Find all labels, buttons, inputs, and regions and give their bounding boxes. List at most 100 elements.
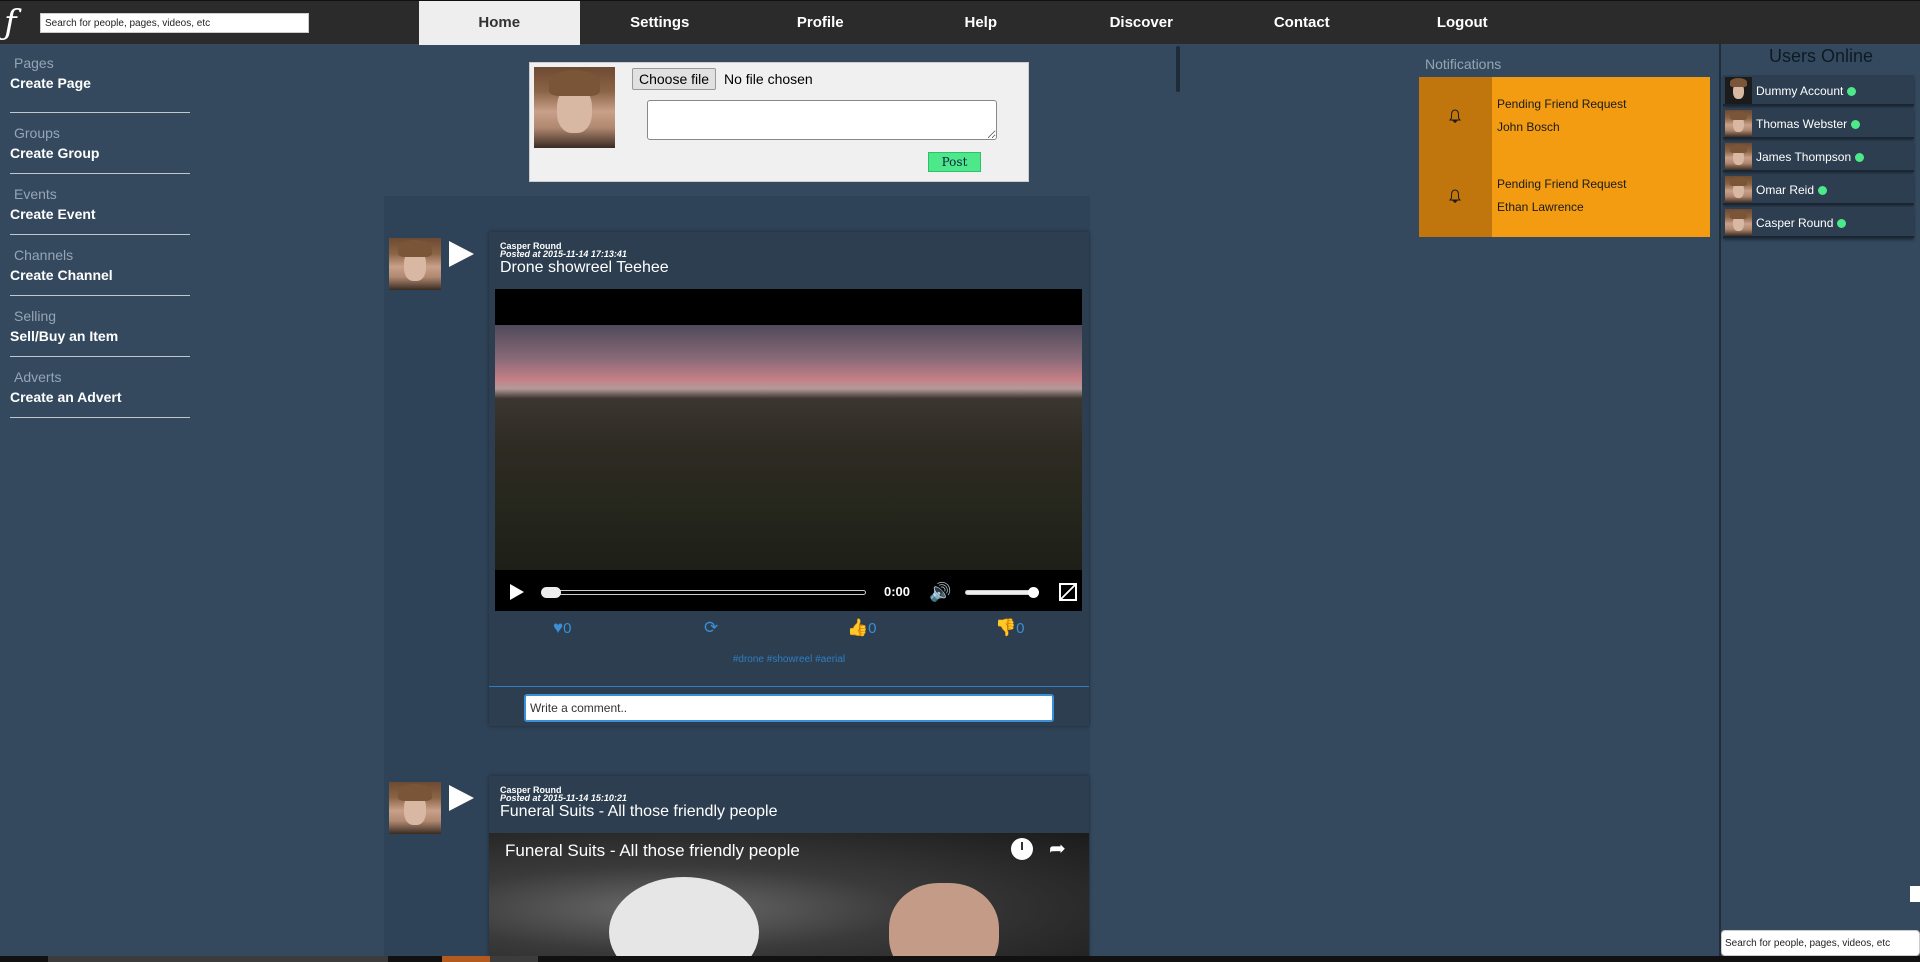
- user-name-cell: Thomas Webster: [1756, 117, 1861, 131]
- user-name: Casper Round: [1756, 216, 1834, 230]
- post-title: Drone showreel Teehee: [500, 259, 669, 276]
- watch-later-icon[interactable]: [1011, 838, 1033, 860]
- post-composer: Choose file No file chosen Post: [529, 62, 1029, 182]
- volume-icon[interactable]: 🔊: [929, 582, 951, 603]
- post-timestamp: Posted at 2015-11-14 17:13:41: [500, 249, 627, 259]
- create-advert-link[interactable]: Create an Advert: [10, 389, 190, 405]
- post-card: Casper Round Posted at 2015-11-14 15:10:…: [489, 776, 1089, 962]
- online-user[interactable]: Dummy Account: [1723, 75, 1914, 106]
- notification-name[interactable]: Ethan Lawrence: [1497, 200, 1584, 214]
- sidebar-category: Adverts: [14, 369, 62, 385]
- thumbs-down-icon: 👎: [995, 618, 1017, 637]
- like-button[interactable]: ♥0: [553, 618, 571, 638]
- notifications-heading: Notifications: [1425, 56, 1502, 72]
- online-status-dot: [1837, 219, 1847, 229]
- left-sidebar: Pages Create Page Groups Create Group Ev…: [10, 52, 190, 418]
- sidebar-category: Pages: [14, 55, 54, 71]
- sidebar-search-input[interactable]: [1721, 930, 1920, 956]
- notification-name[interactable]: John Bosch: [1497, 120, 1560, 134]
- bell-icon: [1449, 189, 1461, 203]
- user-avatar: [1725, 176, 1752, 203]
- user-name-cell: Omar Reid: [1756, 183, 1828, 197]
- composer-avatar: [534, 67, 615, 148]
- online-user[interactable]: James Thompson: [1723, 141, 1914, 172]
- volume-handle[interactable]: [1028, 587, 1039, 598]
- post-tags[interactable]: #drone #showreel #aerial: [489, 654, 1089, 665]
- fullscreen-icon[interactable]: [1059, 583, 1077, 601]
- nav-contact[interactable]: Contact: [1222, 1, 1383, 45]
- video-thumbnail-figure: [889, 883, 999, 959]
- online-user[interactable]: Casper Round: [1723, 207, 1914, 238]
- video-controls: 0:00 🔊: [495, 579, 1082, 605]
- share-icon[interactable]: ➦: [1049, 836, 1066, 861]
- video-frame: [495, 325, 1082, 570]
- post-card: Casper Round Posted at 2015-11-14 17:13:…: [489, 232, 1089, 726]
- post-author-avatar[interactable]: [389, 782, 441, 834]
- sell-buy-item-link[interactable]: Sell/Buy an Item: [10, 328, 190, 344]
- video-progress-bar[interactable]: [542, 590, 866, 595]
- user-name: James Thompson: [1756, 150, 1852, 164]
- user-name-cell: Casper Round: [1756, 216, 1847, 230]
- scroll-indicator[interactable]: [1176, 46, 1180, 92]
- sidebar-group-channels: Channels Create Channel: [10, 235, 190, 296]
- users-online-panel: Users Online Dummy Account Thomas Webste…: [1719, 44, 1920, 962]
- video-progress-handle[interactable]: [541, 587, 561, 598]
- online-status-dot: [1851, 120, 1861, 130]
- taskbar-segment: [490, 956, 538, 962]
- embed-title[interactable]: Funeral Suits - All those friendly peopl…: [505, 841, 800, 861]
- user-name-cell: James Thompson: [1756, 150, 1865, 164]
- top-search-input[interactable]: [40, 13, 309, 33]
- create-channel-link[interactable]: Create Channel: [10, 267, 190, 283]
- notification-item[interactable]: Pending Friend Request Ethan Lawrence: [1419, 157, 1710, 237]
- top-navigation-bar: ƒ Home Settings Profile Help Discover Co…: [0, 0, 1920, 45]
- site-logo[interactable]: ƒ: [4, 3, 38, 43]
- post-author-avatar[interactable]: [389, 238, 441, 290]
- play-icon[interactable]: [510, 584, 524, 600]
- user-avatar: [1725, 143, 1752, 170]
- video-thumbnail-figure: [609, 877, 759, 959]
- volume-slider[interactable]: [965, 590, 1035, 595]
- play-icon[interactable]: [449, 241, 474, 267]
- sidebar-category: Selling: [14, 308, 57, 324]
- nav-logout[interactable]: Logout: [1382, 1, 1543, 45]
- sidebar-group-events: Events Create Event: [10, 174, 190, 235]
- post-timestamp: Posted at 2015-11-14 15:10:21: [500, 793, 627, 803]
- sidebar-category: Events: [14, 186, 57, 202]
- create-page-link[interactable]: Create Page: [10, 75, 190, 91]
- notification-item[interactable]: Pending Friend Request John Bosch: [1419, 77, 1710, 157]
- sidebar-group-selling: Selling Sell/Buy an Item: [10, 296, 190, 357]
- nav-help[interactable]: Help: [901, 1, 1062, 45]
- video-player[interactable]: 0:00 🔊: [495, 289, 1082, 611]
- heart-icon: ♥: [553, 618, 564, 637]
- online-status-dot: [1847, 87, 1857, 97]
- user-name: Dummy Account: [1756, 84, 1844, 98]
- online-user[interactable]: Thomas Webster: [1723, 108, 1914, 139]
- comment-input[interactable]: [524, 694, 1054, 722]
- post-actions: ♥0 ⟳ 👍0 👎0: [489, 618, 1089, 648]
- user-name-cell: Dummy Account: [1756, 84, 1857, 98]
- online-status-dot: [1855, 153, 1865, 163]
- play-icon[interactable]: [449, 785, 474, 811]
- nav-settings[interactable]: Settings: [580, 1, 741, 45]
- thumbs-down-count: 0: [1016, 620, 1025, 637]
- post-text-input[interactable]: [647, 100, 997, 140]
- thumbs-up-count: 0: [868, 620, 877, 637]
- share-button[interactable]: ⟳: [704, 618, 718, 638]
- thumbs-up-icon: 👍: [847, 618, 869, 637]
- video-time: 0:00: [884, 584, 911, 599]
- nav-discover[interactable]: Discover: [1061, 1, 1222, 45]
- nav-profile[interactable]: Profile: [740, 1, 901, 45]
- online-user[interactable]: Omar Reid: [1723, 174, 1914, 205]
- create-event-link[interactable]: Create Event: [10, 206, 190, 222]
- create-group-link[interactable]: Create Group: [10, 145, 190, 161]
- thumbs-up-button[interactable]: 👍0: [847, 618, 877, 638]
- bell-icon: [1449, 109, 1461, 123]
- youtube-embed[interactable]: Funeral Suits - All those friendly peopl…: [489, 833, 1089, 959]
- panel-toggle-tab[interactable]: [1910, 886, 1920, 902]
- nav-home[interactable]: Home: [419, 1, 580, 45]
- choose-file-button[interactable]: Choose file: [632, 68, 717, 90]
- post-button[interactable]: Post: [928, 152, 981, 172]
- user-name: Omar Reid: [1756, 183, 1815, 197]
- thumbs-down-button[interactable]: 👎0: [995, 618, 1025, 638]
- user-name: Thomas Webster: [1756, 117, 1848, 131]
